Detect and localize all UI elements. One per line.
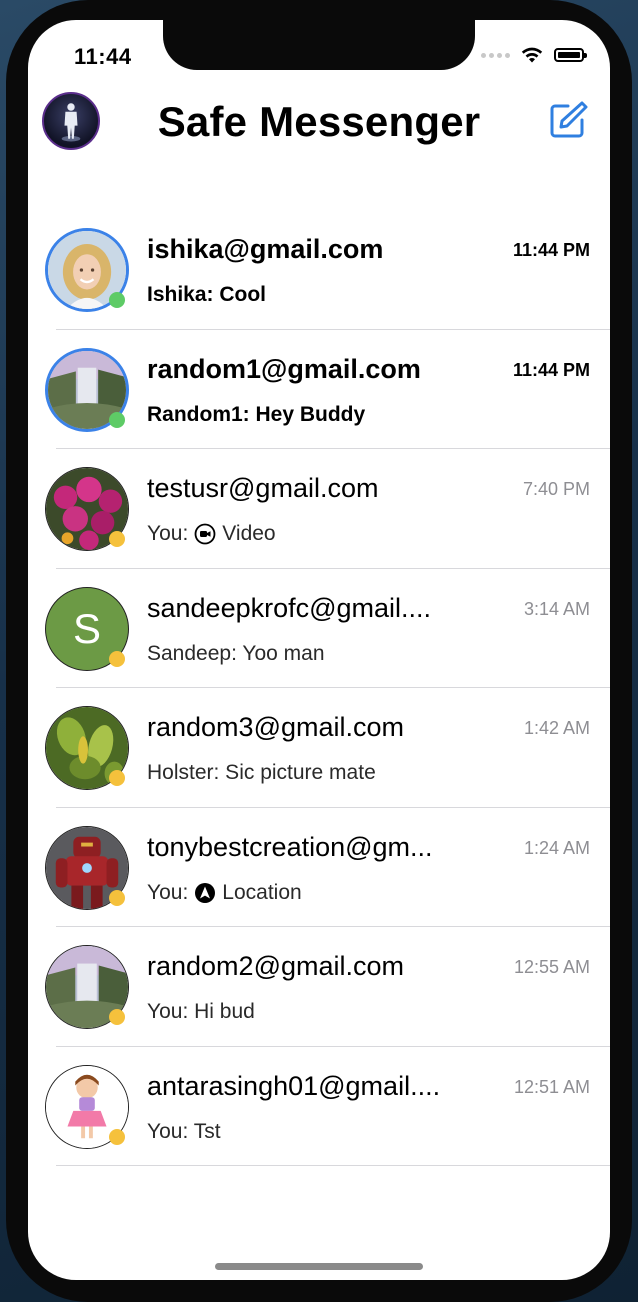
away-status-dot <box>109 650 125 667</box>
away-status-dot <box>109 770 125 786</box>
contact-avatar <box>45 1064 129 1149</box>
contact-name: random3@gmail.com <box>147 712 405 742</box>
navigation-bar: Safe Messenger <box>28 90 610 156</box>
message-time: 11:44 PM <box>512 240 590 260</box>
preview-text: Video <box>222 522 276 545</box>
message-preview: You: Tst <box>147 1120 221 1144</box>
preview-text: Ishika: Cool <box>147 283 267 306</box>
conversation-row[interactable]: random1@gmail.com 11:44 PM Random1: Hey … <box>28 330 610 449</box>
message-time: 1:24 AM <box>523 837 590 858</box>
status-bar-icons <box>481 46 587 64</box>
device-notch <box>163 20 475 70</box>
message-preview: Random1: Hey Buddy <box>147 403 365 427</box>
message-time: 1:42 AM <box>523 718 590 738</box>
contact-name: random2@gmail.com <box>147 951 405 981</box>
conversation-row[interactable]: tonybestcreation@gm... 1:24 AM You: Loca… <box>28 808 610 927</box>
contact-avatar <box>45 706 129 790</box>
location-icon <box>195 882 216 903</box>
conversation-row[interactable]: S sandeepkrofc@gmail.... 3:14 AM Sandeep… <box>28 569 610 688</box>
contact-name: ishika@gmail.com <box>147 234 384 264</box>
message-preview: You: Hi bud <box>147 1000 255 1024</box>
message-time: 12:55 AM <box>513 957 590 977</box>
contact-avatar <box>45 347 129 432</box>
conversation-row[interactable]: testusr@gmail.com 7:40 PM You: Video <box>28 449 610 569</box>
contact-name: testusr@gmail.com <box>147 473 379 503</box>
contact-name: antarasingh01@gmail.... <box>147 1070 441 1101</box>
away-status-dot <box>109 889 125 906</box>
app-screen: 11:44 Safe Messenger ishika@gmail.com 11… <box>28 20 610 1280</box>
conversation-list: ishika@gmail.com 11:44 PM Ishika: Cool r… <box>28 210 610 1166</box>
preview-text: Random1: Hey Buddy <box>147 402 366 426</box>
online-status-dot <box>109 411 125 428</box>
message-preview: You: Location <box>147 881 302 905</box>
message-preview: Holster: Sic picture mate <box>147 761 376 785</box>
preview-prefix: You: <box>147 522 189 545</box>
message-time: 11:44 PM <box>512 359 590 380</box>
preview-text: Location <box>222 880 302 904</box>
preview-text: You: Tst <box>147 1119 221 1143</box>
home-indicator[interactable] <box>215 1263 423 1270</box>
row-divider <box>56 1165 610 1166</box>
message-preview: Ishika: Cool <box>147 283 266 307</box>
page-title: Safe Messenger <box>157 98 481 145</box>
away-status-dot <box>109 1128 125 1145</box>
online-status-dot <box>109 292 125 308</box>
contact-name: random1@gmail.com <box>147 353 421 384</box>
message-preview: You: Video <box>147 522 276 546</box>
away-status-dot <box>109 531 125 547</box>
preview-text: Holster: Sic picture mate <box>147 761 376 784</box>
contact-avatar <box>45 945 129 1029</box>
battery-icon <box>554 48 587 62</box>
contact-avatar: S <box>45 586 129 671</box>
message-preview: Sandeep: Yoo man <box>147 642 325 666</box>
message-time: 12:51 AM <box>513 1076 590 1097</box>
compose-button[interactable] <box>548 100 588 140</box>
contact-name: sandeepkrofc@gmail.... <box>147 592 432 623</box>
preview-prefix: You: <box>147 880 189 904</box>
conversation-row[interactable]: antarasingh01@gmail.... 12:51 AM You: Ts… <box>28 1047 610 1166</box>
preview-text: You: Hi bud <box>147 1000 255 1023</box>
contact-avatar <box>45 228 129 312</box>
cellular-signal-icon <box>481 52 510 58</box>
conversation-row[interactable]: random2@gmail.com 12:55 AM You: Hi bud <box>28 927 610 1047</box>
contact-name: tonybestcreation@gm... <box>147 831 433 862</box>
message-time: 7:40 PM <box>522 479 590 499</box>
conversation-row[interactable]: random3@gmail.com 1:42 AM Holster: Sic p… <box>28 688 610 808</box>
conversation-row[interactable]: ishika@gmail.com 11:44 PM Ishika: Cool <box>28 210 610 330</box>
status-bar-time: 11:44 <box>74 44 132 69</box>
video-icon <box>194 523 216 545</box>
message-time: 3:14 AM <box>523 598 590 619</box>
avatar-letter: S <box>72 604 101 652</box>
contact-avatar <box>45 825 129 910</box>
wifi-icon <box>521 47 543 63</box>
compose-icon <box>550 101 588 138</box>
contact-avatar <box>45 467 129 551</box>
away-status-dot <box>109 1009 125 1025</box>
preview-text: Sandeep: Yoo man <box>147 641 325 665</box>
